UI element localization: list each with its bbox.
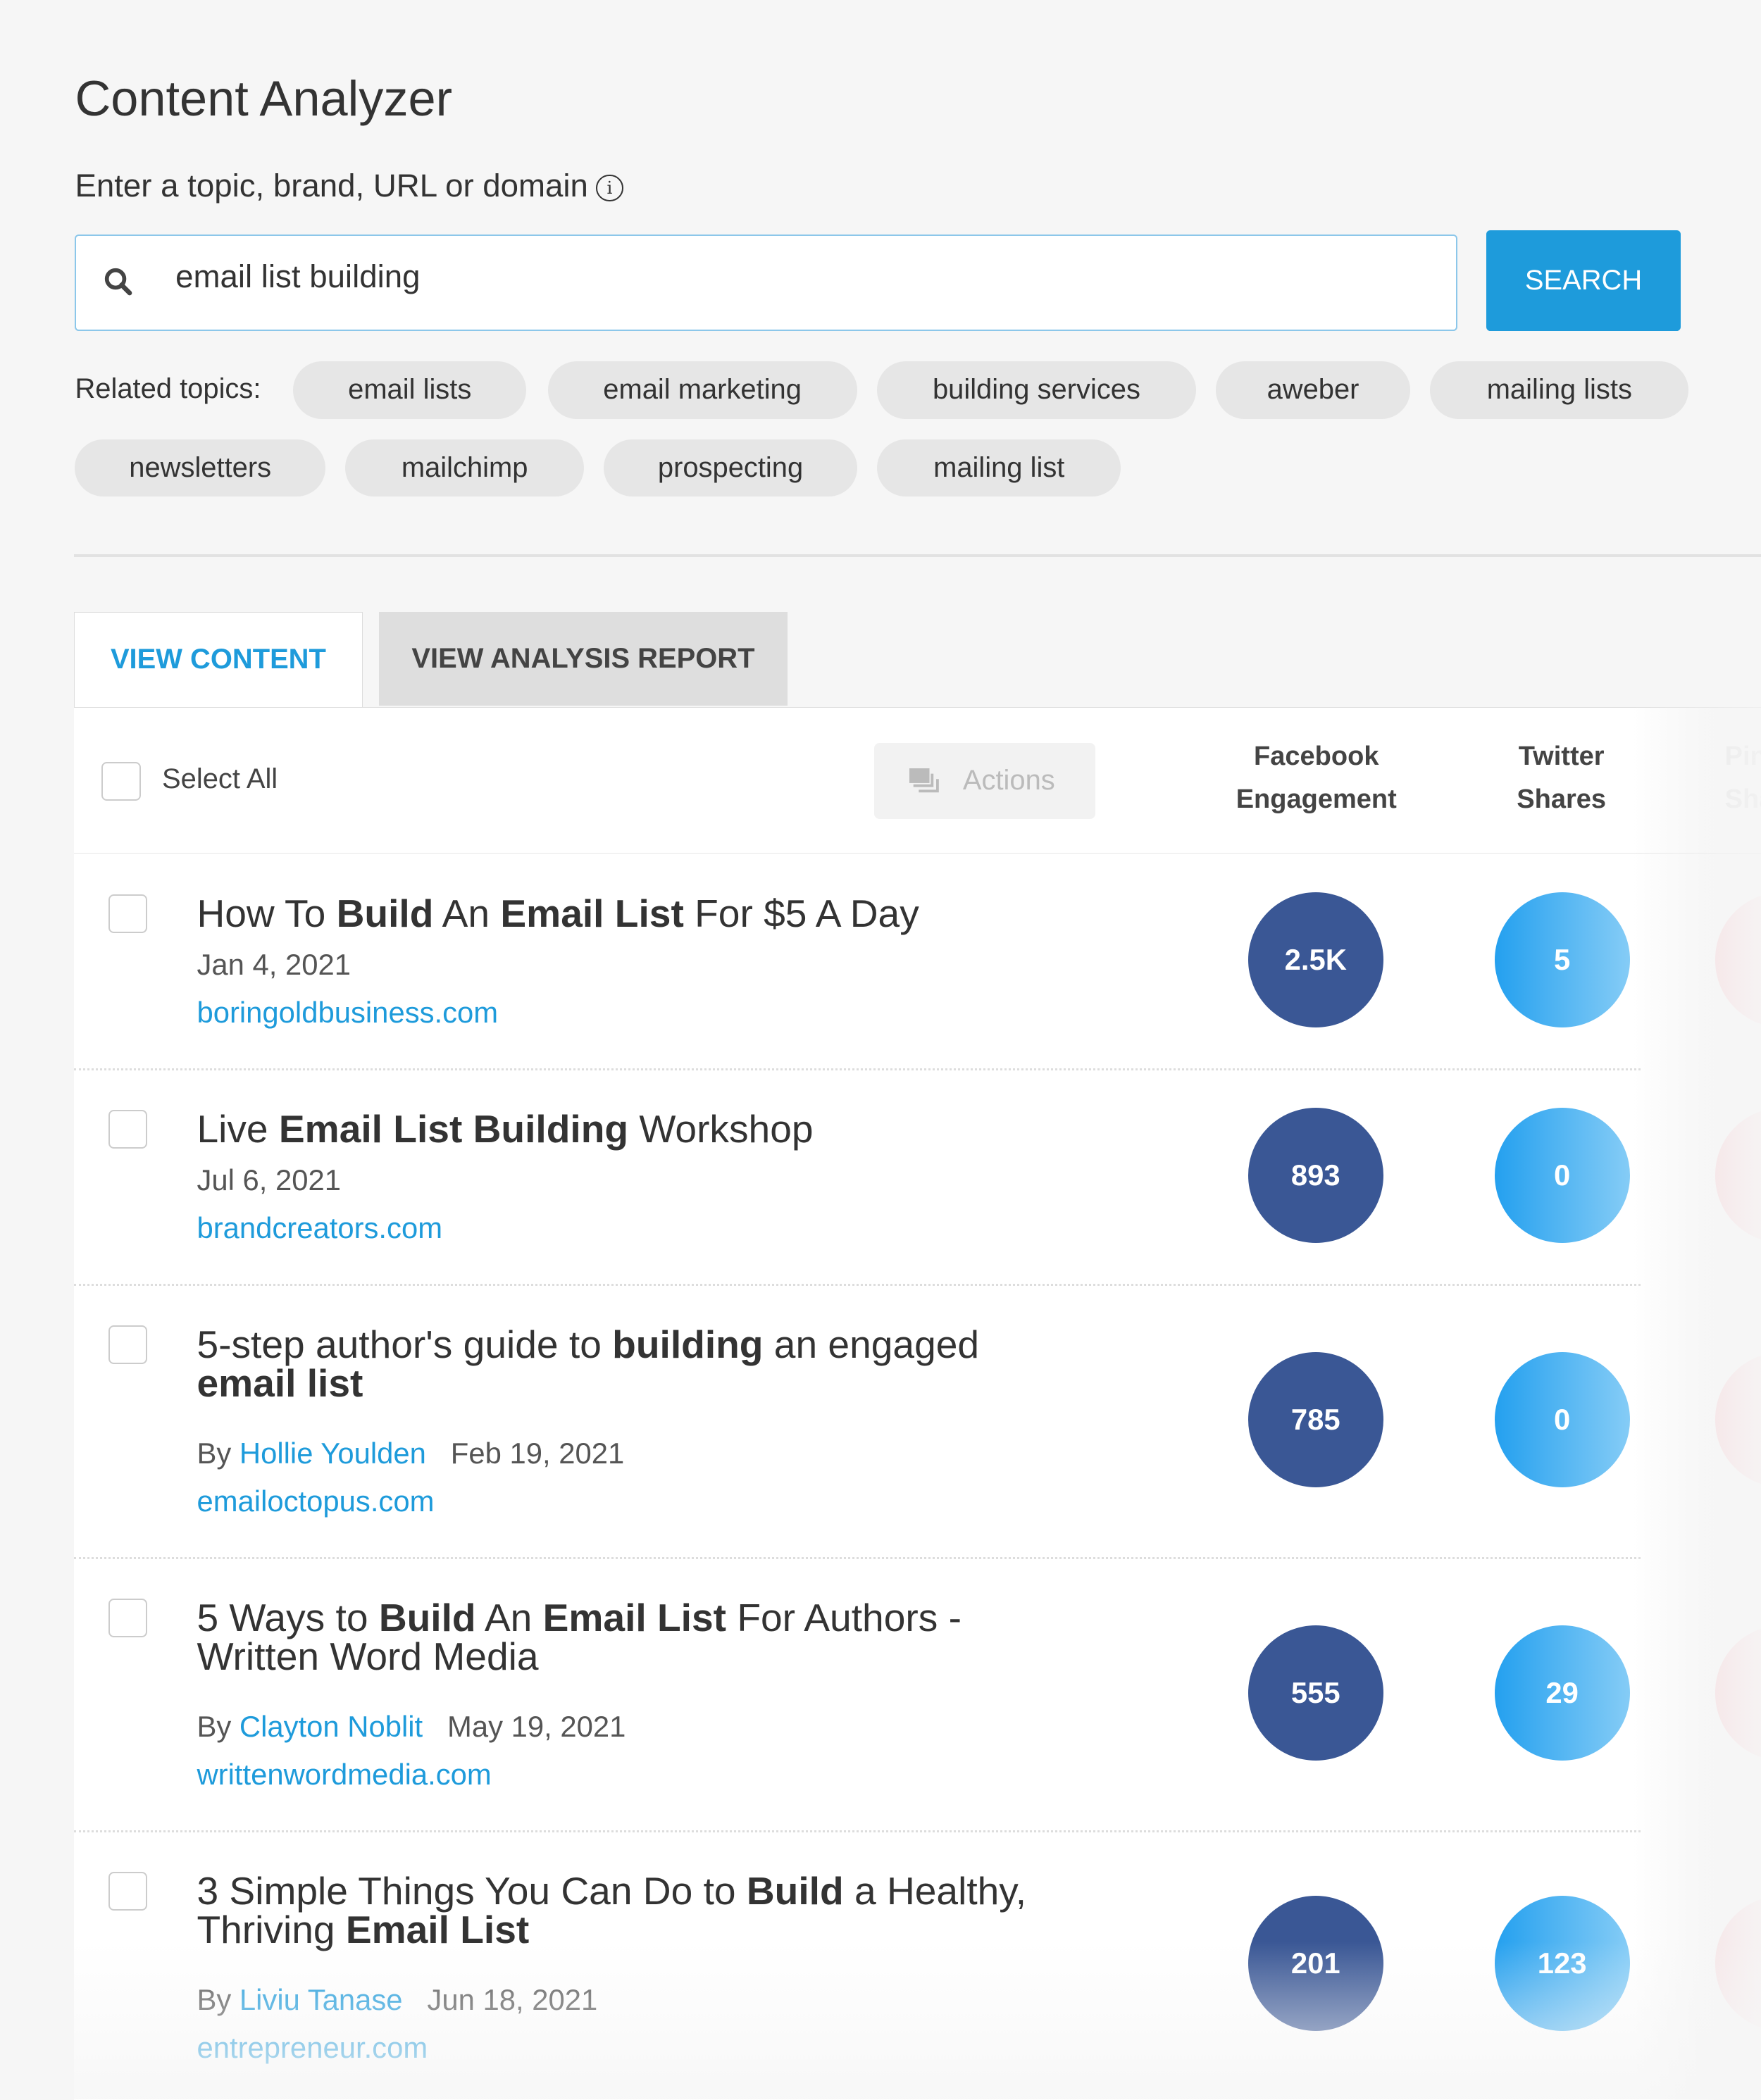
facebook-engagement-badge: 201	[1247, 1895, 1383, 2031]
article-date: Jul 6, 2021	[197, 1163, 342, 1197]
facebook-engagement-badge: 555	[1247, 1625, 1383, 1761]
article-domain-link[interactable]: boringoldbusiness.com	[197, 996, 498, 1030]
article-meta: By Clayton Noblit May 19, 2021	[197, 1710, 626, 1744]
twitter-shares-badge: 0	[1494, 1108, 1630, 1244]
article-title[interactable]: 5-step author's guide to building an eng…	[197, 1325, 1067, 1403]
related-topic-pill[interactable]: email marketing	[547, 361, 857, 420]
related-topic-pill[interactable]: aweber	[1216, 361, 1410, 420]
related-topics-label: Related topics:	[75, 373, 261, 405]
title-text: How To	[197, 891, 337, 935]
actions-button[interactable]: Actions	[874, 743, 1096, 820]
related-topic-pill[interactable]: email lists	[293, 361, 527, 420]
row-divider	[73, 1284, 1641, 1286]
by-label: By	[197, 1436, 232, 1470]
title-text: 3 Simple Things You Can Do to	[197, 1868, 747, 1913]
row-checkbox[interactable]	[108, 1598, 148, 1638]
related-topic-pill[interactable]: prospecting	[604, 439, 857, 497]
facebook-engagement-badge: 893	[1247, 1108, 1383, 1244]
related-topic-pill[interactable]: mailchimp	[345, 439, 584, 497]
column-header-twitter[interactable]: Twitter Shares	[1481, 735, 1642, 821]
article-domain-link[interactable]: entrepreneur.com	[197, 2031, 428, 2065]
twitter-shares-badge: 0	[1494, 1352, 1630, 1488]
column-header-facebook[interactable]: Facebook Engagement	[1208, 735, 1425, 821]
title-highlight: Build	[746, 1868, 844, 1913]
twitter-shares-badge: 123	[1494, 1895, 1630, 2031]
related-topic-pill[interactable]: newsletters	[75, 439, 325, 497]
search-input[interactable]	[173, 257, 1383, 296]
article-title[interactable]: 3 Simple Things You Can Do to Build a He…	[197, 1868, 1067, 1951]
search-button[interactable]: SEARCH	[1486, 230, 1681, 331]
title-highlight: Email List	[345, 1907, 530, 1951]
author-link[interactable]: Liviu Tanase	[239, 1983, 403, 2016]
title-text: 5 Ways to	[197, 1595, 379, 1639]
article-title[interactable]: Live Email List Building Workshop	[197, 1110, 1067, 1149]
row-divider	[73, 1830, 1641, 1832]
actions-label: Actions	[962, 764, 1055, 796]
title-text: An	[475, 1595, 543, 1639]
tab-view-content[interactable]: VIEW CONTENT	[73, 611, 363, 708]
title-text: An	[433, 891, 501, 935]
twitter-shares-badge: 5	[1494, 892, 1630, 1028]
article-meta: By Liviu Tanase Jun 18, 2021	[197, 1983, 597, 2017]
by-label: By	[197, 1982, 232, 2016]
article-date: Feb 19, 2021	[450, 1436, 625, 1470]
row-checkbox[interactable]	[108, 1110, 148, 1149]
article-title[interactable]: How To Build An Email List For $5 A Day	[197, 894, 1067, 933]
title-text: 5-step author's guide to	[197, 1323, 613, 1367]
page-title: Content Analyzer	[75, 70, 453, 126]
title-highlight: Email List	[500, 891, 684, 935]
header-divider	[73, 853, 1761, 854]
column-header-pinterest[interactable]: PinterestShares	[1700, 735, 1761, 821]
facebook-engagement-badge: 2.5K	[1247, 892, 1383, 1028]
author-link[interactable]: Clayton Noblit	[239, 1710, 423, 1743]
row-checkbox[interactable]	[108, 894, 148, 934]
related-topic-pill[interactable]: building services	[877, 361, 1196, 420]
article-date: Jan 4, 2021	[197, 947, 351, 981]
row-divider	[73, 1068, 1641, 1070]
info-icon[interactable]: i	[596, 174, 623, 202]
search-prompt-text: Enter a topic, brand, URL or domain	[75, 167, 588, 204]
related-topic-pill[interactable]: mailing list	[877, 439, 1121, 497]
by-label: By	[197, 1709, 232, 1743]
article-domain-link[interactable]: brandcreators.com	[197, 1211, 442, 1245]
title-highlight: Email List	[542, 1595, 727, 1639]
title-highlight: Build	[336, 891, 434, 935]
article-title[interactable]: 5 Ways to Build An Email List For Author…	[197, 1599, 1067, 1676]
layers-icon	[909, 768, 939, 793]
article-meta: By Hollie Youlden Feb 19, 2021	[197, 1437, 624, 1470]
search-prompt: Enter a topic, brand, URL or domain i	[75, 168, 623, 204]
title-highlight: Email List Building	[278, 1107, 629, 1151]
search-icon	[105, 268, 132, 296]
title-text: For $5 A Day	[683, 891, 919, 935]
tab-view-analysis-report[interactable]: VIEW ANALYSIS REPORT	[379, 611, 788, 706]
search-box[interactable]	[75, 234, 1457, 331]
row-divider	[73, 1556, 1641, 1559]
title-highlight: building	[612, 1323, 764, 1367]
article-domain-link[interactable]: emailoctopus.com	[197, 1485, 434, 1518]
article-meta: Jul 6, 2021	[197, 1163, 341, 1197]
title-highlight: Build	[378, 1595, 476, 1639]
title-highlight: email list	[197, 1361, 363, 1406]
article-domain-link[interactable]: writtenwordmedia.com	[197, 1758, 491, 1792]
select-all-checkbox[interactable]	[101, 761, 141, 801]
title-text: Live	[197, 1107, 279, 1151]
select-all-label[interactable]: Select All	[162, 763, 278, 795]
title-text: an engaged	[763, 1323, 980, 1367]
row-checkbox[interactable]	[108, 1871, 148, 1911]
article-date: May 19, 2021	[447, 1709, 626, 1743]
article-meta: Jan 4, 2021	[197, 948, 351, 982]
facebook-engagement-badge: 785	[1247, 1352, 1383, 1488]
title-text: Workshop	[628, 1107, 814, 1151]
article-date: Jun 18, 2021	[427, 1982, 598, 2016]
related-topic-pill[interactable]: mailing lists	[1430, 361, 1689, 420]
twitter-shares-badge: 29	[1494, 1625, 1630, 1761]
row-checkbox[interactable]	[108, 1325, 148, 1365]
divider	[73, 554, 1761, 557]
author-link[interactable]: Hollie Youlden	[239, 1437, 426, 1470]
